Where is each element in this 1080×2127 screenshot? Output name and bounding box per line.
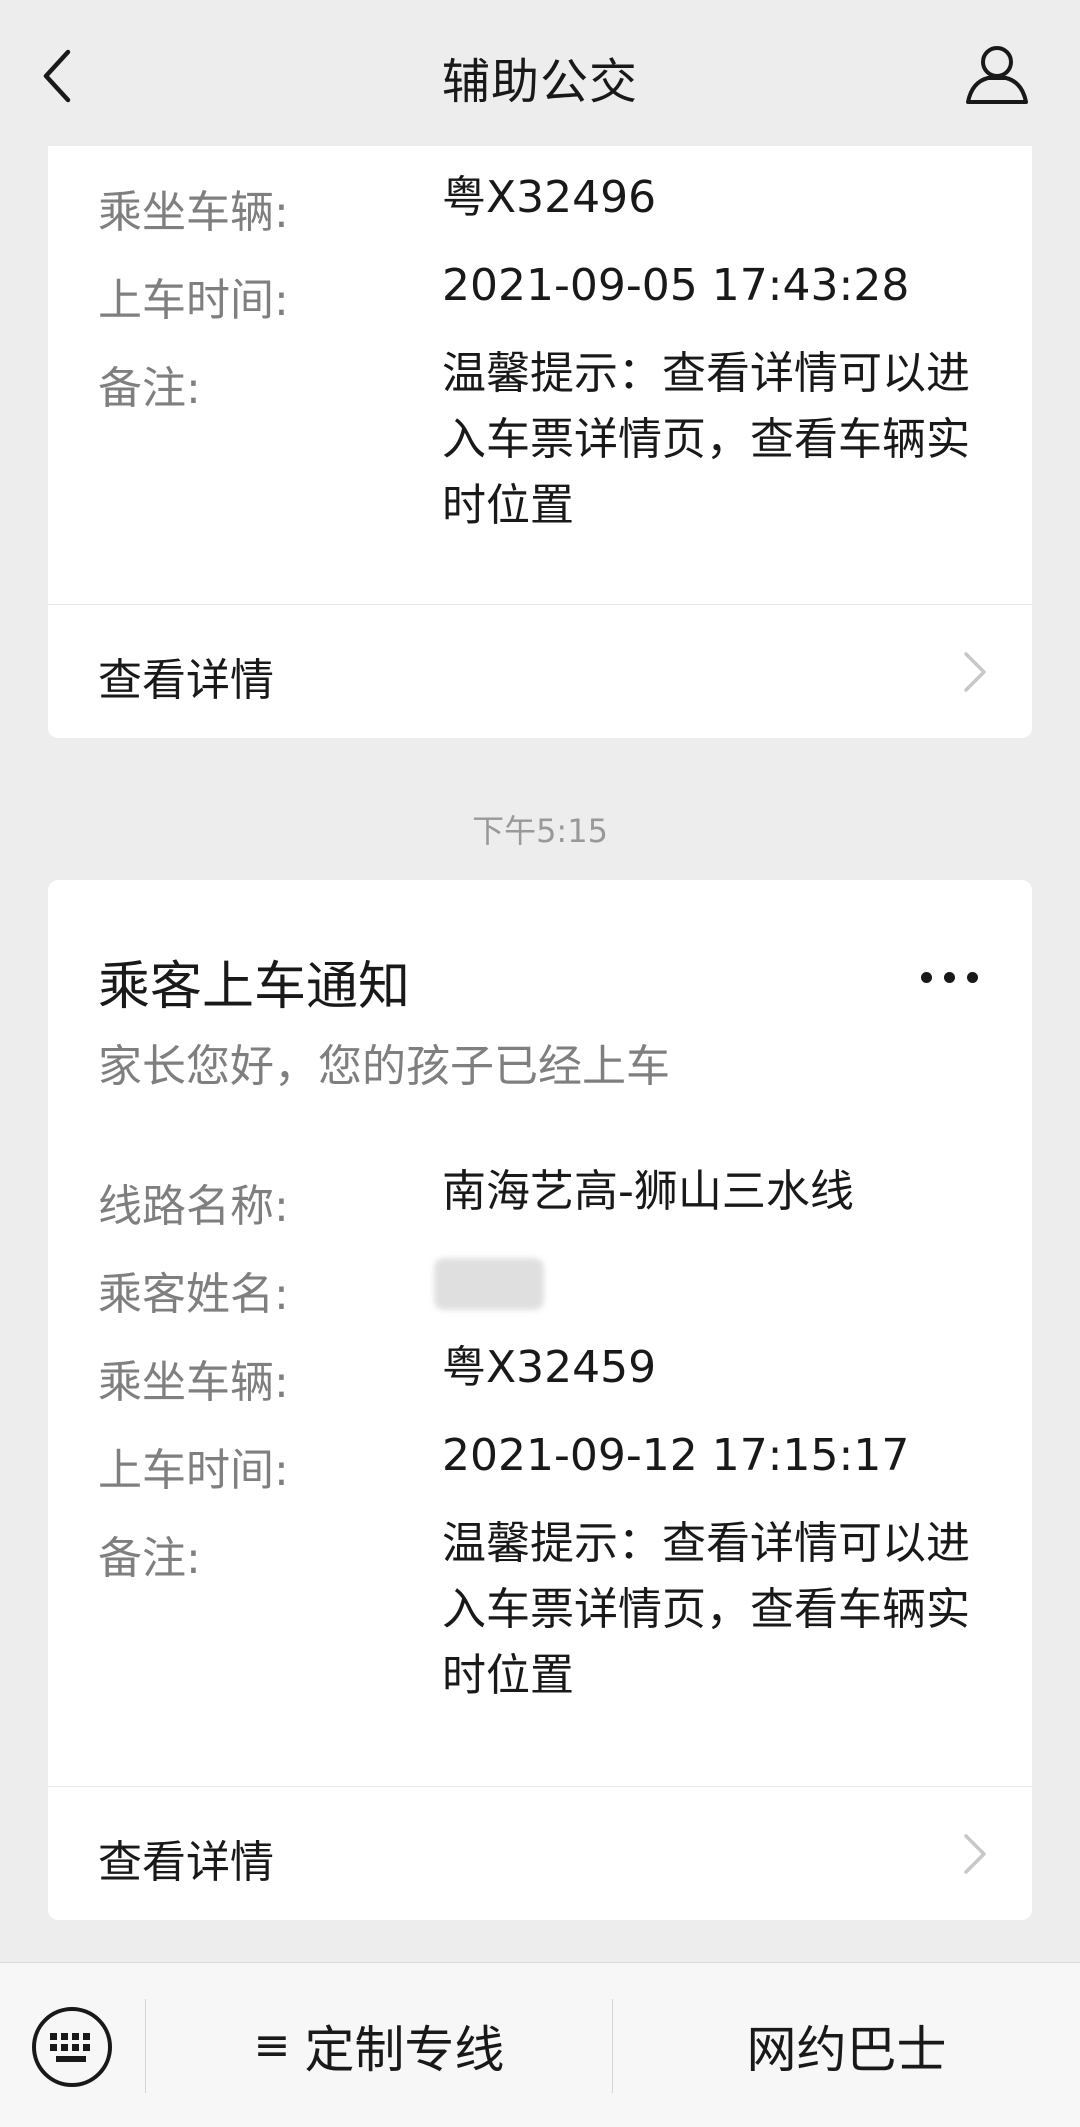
passenger-label: 乘客姓名:	[98, 1269, 289, 1320]
top-nav-bar: 辅助公交	[0, 0, 1080, 146]
remark-value: 温馨提示：查看详情可以进入车票详情页，查看车辆实时位置	[442, 1518, 970, 1701]
view-details-link[interactable]: 查看详情	[48, 606, 1032, 738]
boarding-time-label: 上车时间:	[98, 1445, 289, 1496]
card-subtitle: 家长您好，您的孩子已经上车	[98, 1041, 670, 1092]
remark-value: 温馨提示：查看详情可以进入车票详情页，查看车辆实时位置	[442, 348, 970, 531]
boarding-time-value: 2021-09-05 17:43:28	[442, 260, 910, 311]
profile-button[interactable]	[962, 40, 1032, 110]
view-details-label: 查看详情	[98, 655, 274, 706]
vehicle-label: 乘坐车辆:	[98, 187, 289, 238]
keyboard-icon	[32, 2007, 112, 2087]
menu-list-icon: ≡	[253, 2020, 291, 2071]
remark-label: 备注:	[98, 363, 201, 414]
message-card-boarding-notice: 乘客上车通知 家长您好，您的孩子已经上车 线路名称: 南海艺高-狮山三水线 乘客…	[48, 880, 1032, 1920]
passenger-name-redacted	[434, 1258, 544, 1310]
page-title: 辅助公交	[441, 54, 638, 110]
remark-label: 备注:	[98, 1533, 201, 1584]
vehicle-value: 粤X32496	[442, 172, 657, 223]
view-details-label: 查看详情	[98, 1837, 274, 1888]
bottom-menu-bar: ≡ 定制专线 网约巴士	[0, 1962, 1080, 2127]
menu-item-label: 网约巴士	[746, 2020, 947, 2079]
chevron-right-icon	[964, 652, 986, 692]
keyboard-toggle-button[interactable]	[30, 2005, 114, 2089]
boarding-time-label: 上车时间:	[98, 275, 289, 326]
message-card-previous: 乘坐车辆: 粤X32496 上车时间: 2021-09-05 17:43:28 …	[48, 146, 1032, 738]
menu-item-ride-hailing-bus[interactable]: 网约巴士	[613, 1963, 1080, 2127]
card-title: 乘客上车通知	[98, 957, 411, 1017]
card-divider	[48, 604, 1032, 605]
vehicle-label: 乘坐车辆:	[98, 1357, 289, 1408]
menu-item-custom-line[interactable]: ≡ 定制专线	[146, 1963, 612, 2127]
card-divider	[48, 1786, 1032, 1787]
message-timestamp: 下午5:15	[472, 812, 608, 850]
user-icon	[966, 46, 1028, 104]
route-label: 线路名称:	[98, 1181, 289, 1232]
chevron-right-icon	[964, 1834, 986, 1874]
more-dots-icon[interactable]	[921, 972, 978, 983]
route-value: 南海艺高-狮山三水线	[442, 1166, 854, 1217]
view-details-link[interactable]: 查看详情	[48, 1788, 1032, 1920]
menu-item-label: 定制专线	[304, 2020, 505, 2079]
vehicle-value: 粤X32459	[442, 1342, 657, 1393]
boarding-time-value: 2021-09-12 17:15:17	[442, 1430, 910, 1481]
